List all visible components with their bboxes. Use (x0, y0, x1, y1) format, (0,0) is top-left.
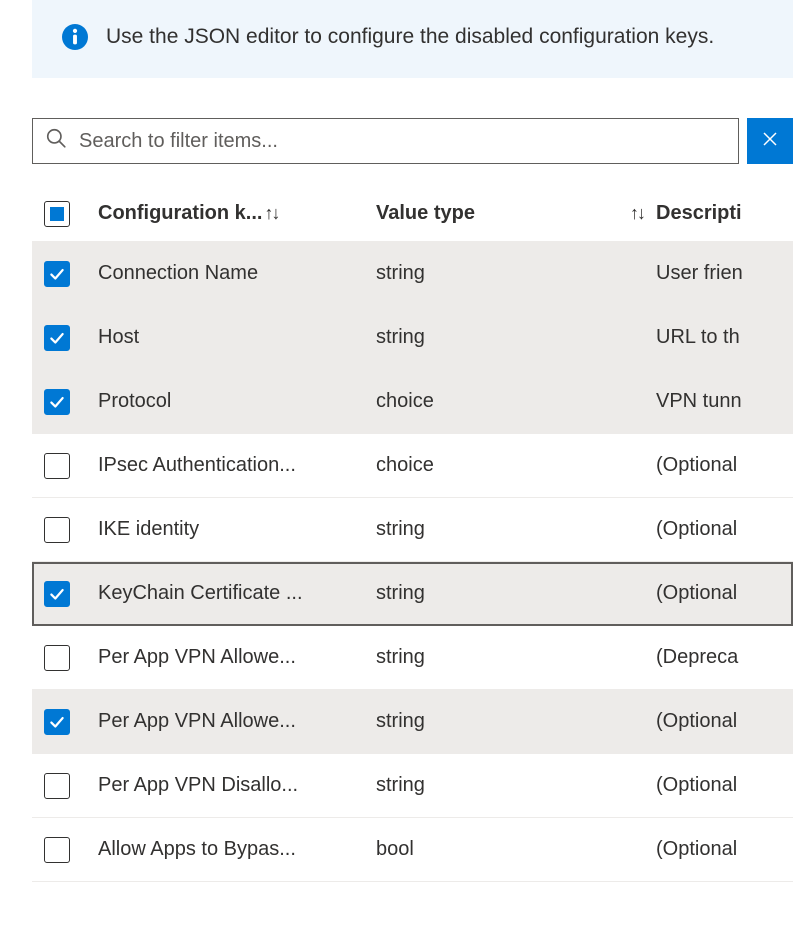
row-key: Per App VPN Allowe... (98, 646, 376, 669)
column-header-key-label: Configuration k... (98, 202, 262, 225)
row-desc: (Optional (656, 454, 793, 477)
row-type: string (376, 582, 656, 605)
row-type: string (376, 518, 656, 541)
table-header: Configuration k... ↑↓ Value type ↑↓ Desc… (32, 186, 793, 242)
close-icon (762, 130, 778, 153)
table-row[interactable]: HoststringURL to th (32, 306, 793, 370)
row-type: string (376, 262, 656, 285)
search-input[interactable] (77, 129, 726, 154)
column-header-type[interactable]: Value type ↑↓ (376, 202, 656, 225)
row-key: Connection Name (98, 262, 376, 285)
row-key: Per App VPN Allowe... (98, 710, 376, 733)
row-checkbox[interactable] (44, 325, 70, 351)
row-type: string (376, 774, 656, 797)
row-type: string (376, 326, 656, 349)
row-checkbox[interactable] (44, 581, 70, 607)
row-checkbox[interactable] (44, 389, 70, 415)
clear-search-button[interactable] (747, 118, 793, 164)
search-row (32, 118, 793, 164)
search-box[interactable] (32, 118, 739, 164)
row-checkbox[interactable] (44, 261, 70, 287)
row-type: string (376, 710, 656, 733)
config-table: Configuration k... ↑↓ Value type ↑↓ Desc… (32, 186, 793, 882)
row-type: bool (376, 838, 656, 861)
column-header-desc-label: Descripti (656, 202, 742, 225)
row-key: Per App VPN Disallo... (98, 774, 376, 797)
table-row[interactable]: IKE identitystring(Optional (32, 498, 793, 562)
column-header-type-label: Value type (376, 202, 475, 225)
row-desc: (Depreca (656, 646, 793, 669)
column-header-key[interactable]: Configuration k... ↑↓ (98, 202, 376, 225)
sort-icon: ↑↓ (264, 203, 278, 224)
info-banner: Use the JSON editor to configure the dis… (32, 0, 793, 78)
table-row[interactable]: Allow Apps to Bypas...bool(Optional (32, 818, 793, 882)
info-banner-text: Use the JSON editor to configure the dis… (106, 22, 714, 52)
search-icon (45, 127, 67, 155)
row-desc: (Optional (656, 710, 793, 733)
row-key: Protocol (98, 390, 376, 413)
row-key: Allow Apps to Bypas... (98, 838, 376, 861)
row-type: string (376, 646, 656, 669)
row-desc: User frien (656, 262, 793, 285)
row-key: IKE identity (98, 518, 376, 541)
table-row[interactable]: KeyChain Certificate ...string(Optional (32, 562, 793, 626)
table-row[interactable]: ProtocolchoiceVPN tunn (32, 370, 793, 434)
select-all-checkbox[interactable] (44, 201, 70, 227)
table-row[interactable]: IPsec Authentication...choice(Optional (32, 434, 793, 498)
table-row[interactable]: Connection NamestringUser frien (32, 242, 793, 306)
info-icon (62, 24, 88, 56)
row-desc: URL to th (656, 326, 793, 349)
row-checkbox[interactable] (44, 773, 70, 799)
row-desc: (Optional (656, 518, 793, 541)
row-desc: VPN tunn (656, 390, 793, 413)
row-key: IPsec Authentication... (98, 454, 376, 477)
row-checkbox[interactable] (44, 837, 70, 863)
row-checkbox[interactable] (44, 645, 70, 671)
row-type: choice (376, 390, 656, 413)
sort-icon: ↑↓ (630, 203, 644, 224)
row-checkbox[interactable] (44, 453, 70, 479)
row-desc: (Optional (656, 774, 793, 797)
column-header-desc[interactable]: Descripti (656, 202, 793, 225)
row-desc: (Optional (656, 838, 793, 861)
table-row[interactable]: Per App VPN Disallo...string(Optional (32, 754, 793, 818)
row-key: KeyChain Certificate ... (98, 582, 376, 605)
table-row[interactable]: Per App VPN Allowe...string(Optional (32, 690, 793, 754)
row-key: Host (98, 326, 376, 349)
table-row[interactable]: Per App VPN Allowe...string(Depreca (32, 626, 793, 690)
row-desc: (Optional (656, 582, 793, 605)
row-checkbox[interactable] (44, 517, 70, 543)
row-checkbox[interactable] (44, 709, 70, 735)
row-type: choice (376, 454, 656, 477)
